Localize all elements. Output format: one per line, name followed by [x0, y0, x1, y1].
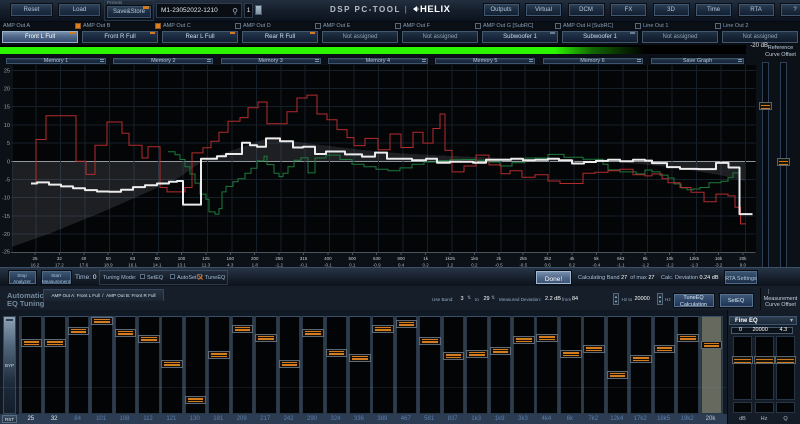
- svg-text:25: 25: [32, 256, 38, 261]
- svg-text:8k: 8k: [643, 256, 649, 261]
- svg-text:20: 20: [4, 87, 10, 93]
- svg-text:10k: 10k: [666, 256, 674, 261]
- svg-text:40: 40: [81, 256, 87, 261]
- svg-text:-15: -15: [2, 214, 10, 220]
- svg-text:630: 630: [373, 256, 381, 261]
- svg-text:160: 160: [227, 256, 235, 261]
- svg-text:3k2: 3k2: [544, 256, 552, 261]
- svg-text:10: 10: [4, 123, 10, 129]
- svg-text:2k5: 2k5: [520, 256, 528, 261]
- svg-text:15: 15: [4, 105, 10, 111]
- svg-text:4k: 4k: [570, 256, 576, 261]
- svg-text:125: 125: [202, 256, 210, 261]
- svg-text:20k: 20k: [739, 256, 747, 261]
- svg-text:5k: 5k: [594, 256, 600, 261]
- svg-text:1k: 1k: [423, 256, 429, 261]
- svg-text:1k25: 1k25: [445, 256, 455, 261]
- svg-text:50: 50: [106, 256, 112, 261]
- svg-text:16k: 16k: [715, 256, 723, 261]
- svg-text:-10: -10: [2, 196, 10, 202]
- svg-text:2k: 2k: [496, 256, 502, 261]
- svg-text:315: 315: [300, 256, 308, 261]
- svg-text:800: 800: [397, 256, 405, 261]
- svg-text:1k6: 1k6: [471, 256, 479, 261]
- svg-text:200: 200: [251, 256, 259, 261]
- svg-text:25: 25: [4, 68, 10, 74]
- svg-text:80: 80: [155, 256, 161, 261]
- svg-text:0: 0: [7, 159, 10, 165]
- svg-text:-5: -5: [5, 178, 10, 184]
- svg-text:250: 250: [275, 256, 283, 261]
- svg-text:-25: -25: [2, 249, 10, 255]
- svg-text:5: 5: [7, 141, 10, 147]
- svg-text:63: 63: [130, 256, 136, 261]
- svg-text:500: 500: [349, 256, 357, 261]
- svg-text:32: 32: [57, 256, 63, 261]
- svg-text:6k3: 6k3: [617, 256, 625, 261]
- svg-text:12k5: 12k5: [689, 256, 699, 261]
- svg-text:400: 400: [324, 256, 332, 261]
- svg-text:100: 100: [178, 256, 186, 261]
- svg-text:-20: -20: [2, 232, 10, 238]
